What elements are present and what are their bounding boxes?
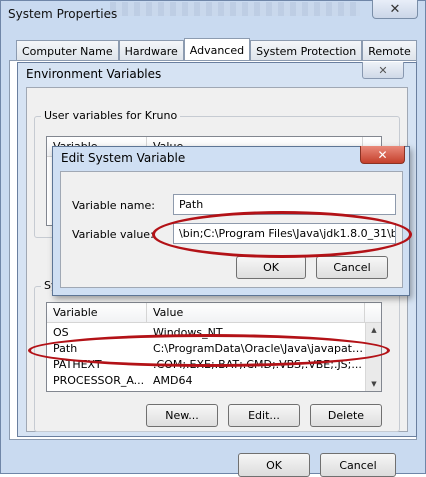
new-variable-button[interactable]: New... — [146, 404, 218, 427]
tab-hardware[interactable]: Hardware — [118, 40, 184, 61]
system-properties-title: System Properties — [8, 7, 118, 21]
edit-system-variable-close-button[interactable]: ✕ — [360, 146, 405, 164]
edit-system-variable-title: Edit System Variable — [61, 151, 186, 165]
variable-value-label: Variable value: — [72, 228, 154, 241]
path-row-highlight-annotation — [28, 334, 390, 367]
edit-cancel-button[interactable]: Cancel — [316, 256, 388, 279]
scroll-down-icon[interactable]: ▼ — [366, 377, 381, 391]
scroll-up-icon[interactable]: ▲ — [366, 323, 381, 337]
tab-system-protection[interactable]: System Protection — [250, 40, 363, 61]
column-header-value[interactable]: Value — [147, 303, 365, 322]
tab-advanced[interactable]: Advanced — [183, 38, 251, 61]
ok-button[interactable]: OK — [238, 453, 310, 477]
row-variable: PROCESSOR_A... — [53, 374, 145, 387]
tab-strip: Computer Name Hardware Advanced System P… — [16, 38, 417, 61]
close-icon: ✕ — [389, 1, 401, 17]
tab-remote[interactable]: Remote — [362, 40, 417, 61]
row-value: AMD64 — [153, 374, 193, 387]
system-properties-close-button[interactable]: ✕ — [372, 0, 418, 19]
cancel-button[interactable]: Cancel — [320, 453, 396, 477]
value-highlight-annotation — [152, 211, 412, 258]
tab-computer-name[interactable]: Computer Name — [16, 40, 119, 61]
environment-variables-title: Environment Variables — [26, 67, 162, 81]
edit-variable-button[interactable]: Edit... — [228, 404, 300, 427]
blurred-title-area — [110, 2, 360, 16]
variable-name-label: Variable name: — [72, 199, 155, 212]
column-header-variable[interactable]: Variable — [47, 303, 147, 322]
close-icon: ✕ — [378, 63, 388, 77]
system-variables-header: Variable Value — [47, 303, 381, 323]
table-row[interactable]: PROCESSOR_A... AMD64 — [47, 374, 365, 388]
edit-ok-button[interactable]: OK — [236, 256, 306, 279]
close-icon: ✕ — [377, 147, 388, 162]
delete-variable-button[interactable]: Delete — [310, 404, 382, 427]
environment-variables-close-button[interactable]: ✕ — [362, 62, 404, 79]
user-variables-label: User variables for Kruno — [41, 109, 181, 122]
